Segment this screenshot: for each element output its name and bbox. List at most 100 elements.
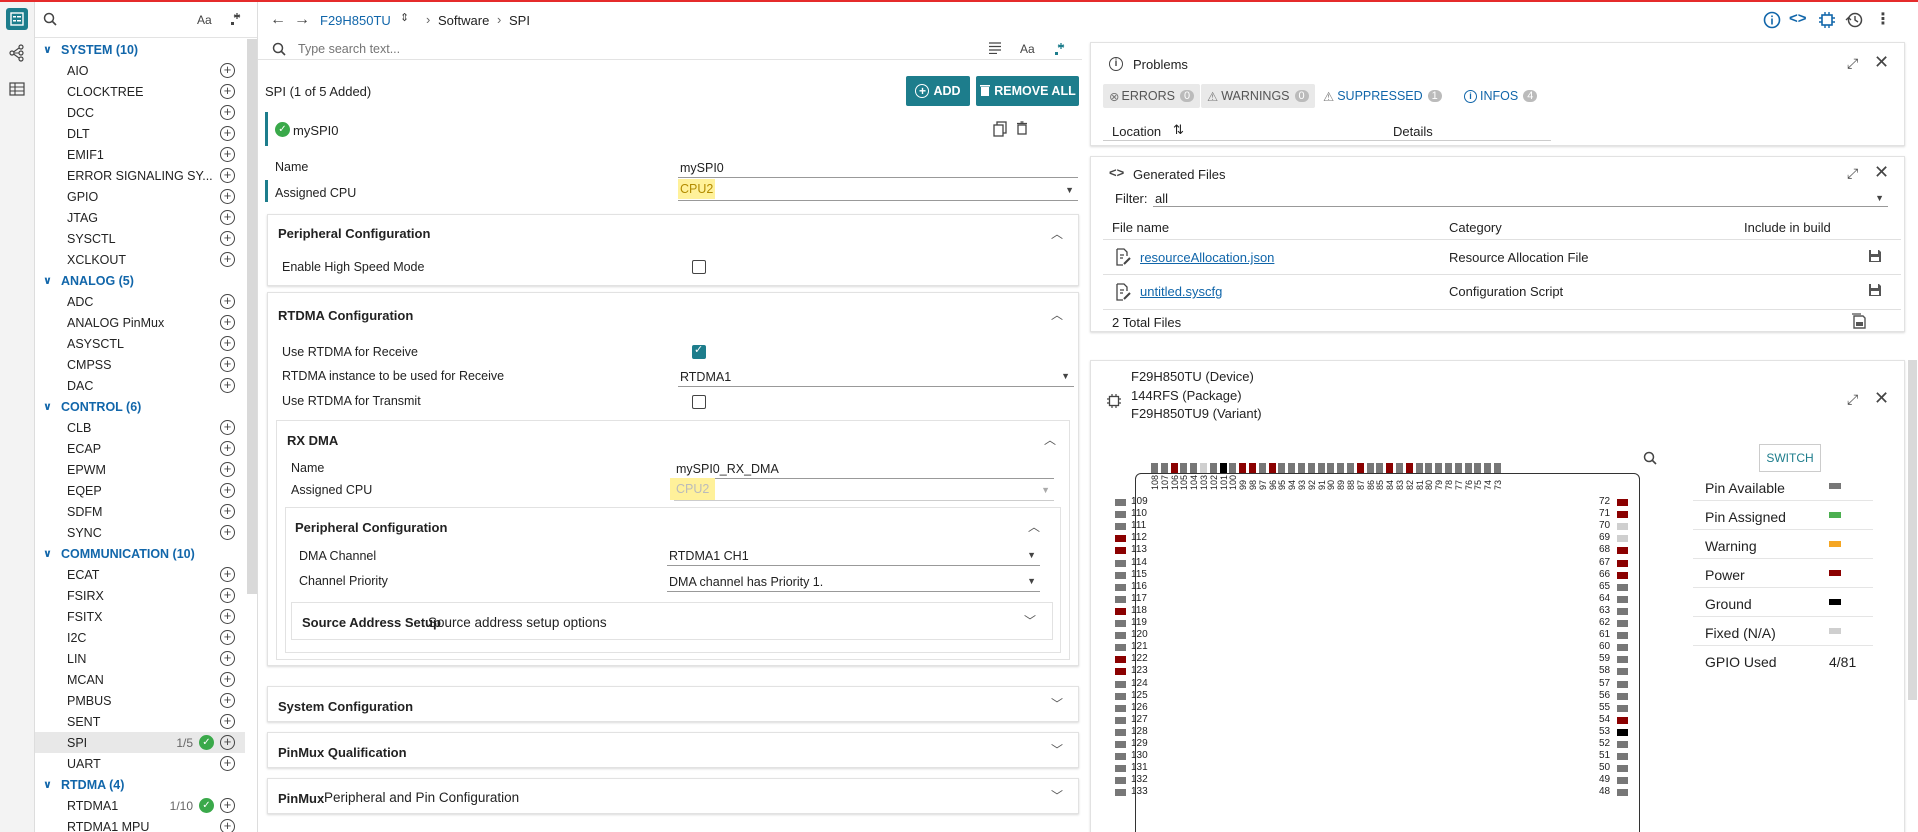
pin[interactable]: [1115, 644, 1126, 652]
expand-icon[interactable]: ⤢: [1847, 391, 1858, 408]
pin[interactable]: [1115, 777, 1126, 785]
pin[interactable]: [1617, 523, 1628, 531]
pin[interactable]: [1617, 535, 1628, 543]
module-item[interactable]: ASYSCTL +: [35, 333, 245, 354]
add-circle-icon[interactable]: +: [220, 756, 235, 771]
module-item[interactable]: RTDMA1 MPU +: [35, 816, 245, 832]
add-circle-icon[interactable]: +: [220, 420, 235, 435]
pin[interactable]: [1115, 692, 1126, 700]
right-scrollbar[interactable]: [1908, 360, 1917, 700]
pin[interactable]: [1617, 571, 1628, 579]
module-item[interactable]: SPI 1/5 ✓ +: [35, 732, 245, 753]
close-icon[interactable]: ✕: [1874, 388, 1889, 409]
sidebar-scrollbar[interactable]: [247, 39, 257, 594]
pin[interactable]: [1617, 583, 1628, 591]
expand-icon[interactable]: ⤢: [1847, 165, 1858, 182]
warnings-filter[interactable]: ⚠ WARNINGS 0: [1201, 84, 1315, 108]
save-icon[interactable]: [1868, 249, 1882, 263]
module-item[interactable]: ANALOG PinMux +: [35, 312, 245, 333]
pin[interactable]: [1464, 463, 1472, 473]
peripheral-config-title[interactable]: Peripheral Configuration: [278, 226, 430, 241]
pin[interactable]: [1115, 741, 1126, 748]
source-address-setup[interactable]: Source Address Setup Source address setu…: [291, 602, 1053, 640]
module-item[interactable]: CLB +: [35, 417, 245, 438]
name-input[interactable]: mySPI0: [678, 158, 1078, 178]
list-view-icon[interactable]: [988, 42, 1002, 54]
add-circle-icon[interactable]: +: [220, 315, 235, 330]
match-case-toggle[interactable]: Aa: [197, 13, 212, 27]
pin[interactable]: [1115, 583, 1126, 591]
pin[interactable]: [1317, 463, 1325, 473]
add-circle-icon[interactable]: +: [220, 294, 235, 309]
pin[interactable]: [1617, 547, 1628, 555]
add-circle-icon[interactable]: +: [220, 672, 235, 687]
back-arrow-icon[interactable]: ←: [270, 11, 286, 29]
pin[interactable]: [1115, 607, 1126, 615]
pin[interactable]: [1115, 632, 1126, 640]
pin[interactable]: [1115, 765, 1126, 773]
pin[interactable]: [1474, 463, 1482, 473]
add-circle-icon[interactable]: +: [220, 651, 235, 666]
location-column-header[interactable]: Location: [1112, 124, 1161, 139]
pin[interactable]: [1219, 463, 1227, 473]
add-circle-icon[interactable]: +: [220, 735, 235, 750]
pin[interactable]: [1617, 607, 1628, 615]
module-item[interactable]: LIN +: [35, 648, 245, 669]
infos-filter[interactable]: i INFOS 4: [1464, 84, 1538, 108]
chip-icon[interactable]: [1818, 11, 1836, 29]
module-item[interactable]: RTDMA1 1/10 ✓ +: [35, 795, 245, 816]
add-circle-icon[interactable]: +: [220, 252, 235, 267]
code-view-icon[interactable]: <>: [1789, 10, 1807, 27]
module-item[interactable]: DAC +: [35, 375, 245, 396]
module-item[interactable]: UART +: [35, 753, 245, 774]
module-item[interactable]: SYNC +: [35, 522, 245, 543]
pin[interactable]: [1347, 463, 1354, 473]
pin[interactable]: [1151, 463, 1158, 473]
pin[interactable]: [1170, 463, 1178, 473]
file-link[interactable]: resourceAllocation.json: [1140, 250, 1274, 265]
pin[interactable]: [1484, 463, 1492, 473]
category-header[interactable]: ∨ ANALOG (5): [35, 270, 245, 291]
more-menu-icon[interactable]: ⋮: [1875, 9, 1891, 29]
save-icon[interactable]: [1868, 283, 1882, 297]
add-circle-icon[interactable]: +: [220, 525, 235, 540]
pin[interactable]: [1190, 463, 1198, 473]
pin[interactable]: [1327, 463, 1335, 473]
pin[interactable]: [1617, 620, 1628, 627]
chevron-up-icon[interactable]: ︿: [1028, 518, 1042, 534]
pin[interactable]: [1617, 741, 1628, 748]
pin[interactable]: [1435, 463, 1443, 473]
pin[interactable]: [1376, 463, 1384, 473]
pin[interactable]: [1396, 463, 1403, 473]
module-item[interactable]: FSIRX +: [35, 585, 245, 606]
pin[interactable]: [1454, 463, 1462, 473]
add-circle-icon[interactable]: +: [220, 630, 235, 645]
pin[interactable]: [1445, 463, 1452, 473]
pin[interactable]: [1115, 559, 1126, 567]
chevron-up-icon[interactable]: ︿: [1051, 306, 1065, 322]
pin[interactable]: [1617, 668, 1628, 676]
rx-dma-name-input[interactable]: mySPI0_RX_DMA: [674, 459, 1054, 479]
rx-dma-title[interactable]: RX DMA: [287, 433, 338, 448]
filter-select[interactable]: all ▼: [1153, 187, 1888, 207]
sidebar-search-input[interactable]: [61, 9, 211, 29]
pin[interactable]: [1415, 463, 1423, 473]
add-circle-icon[interactable]: +: [220, 441, 235, 456]
rtdma-instance-rx-select[interactable]: RTDMA1 ▼: [678, 367, 1074, 387]
module-item[interactable]: XCLKOUT +: [35, 249, 245, 270]
file-link[interactable]: untitled.syscfg: [1140, 284, 1222, 299]
pin[interactable]: [1617, 716, 1628, 724]
pin[interactable]: [1115, 595, 1126, 603]
pin[interactable]: [1115, 620, 1126, 627]
pin[interactable]: [1617, 656, 1628, 664]
add-circle-icon[interactable]: +: [220, 126, 235, 141]
network-view-icon[interactable]: [6, 42, 28, 64]
add-circle-icon[interactable]: +: [220, 168, 235, 183]
pin[interactable]: [1249, 463, 1256, 473]
module-item[interactable]: CLOCKTREE +: [35, 81, 245, 102]
device-selector[interactable]: F29H850TU: [320, 13, 391, 28]
add-circle-icon[interactable]: +: [220, 105, 235, 120]
module-item[interactable]: PMBUS +: [35, 690, 245, 711]
module-item[interactable]: JTAG +: [35, 207, 245, 228]
add-circle-icon[interactable]: +: [220, 84, 235, 99]
